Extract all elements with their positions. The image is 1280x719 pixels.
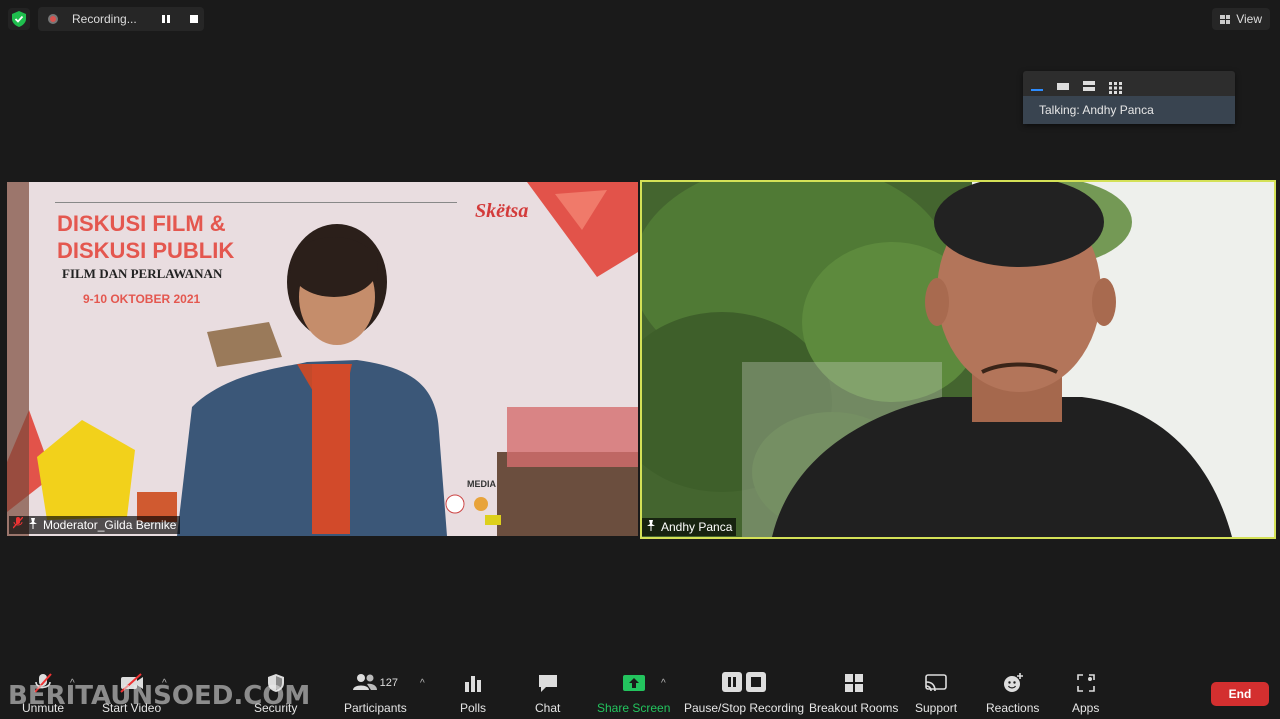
reactions-label: Reactions	[986, 701, 1040, 715]
polls-label: Polls	[460, 701, 487, 715]
slide-date: 9-10 OKTOBER 2021	[83, 292, 201, 306]
breakout-rooms-icon	[844, 672, 864, 694]
participants-count: 127	[379, 677, 399, 689]
pin-icon	[28, 516, 38, 534]
breakout-rooms-button[interactable]: Breakout Rooms	[809, 672, 898, 715]
minimize-layout-icon[interactable]	[1031, 81, 1043, 91]
slide-title-line2: DISKUSI PUBLIK	[57, 238, 235, 263]
media-partner-label: MEDIA	[467, 479, 497, 489]
chat-label: Chat	[535, 701, 561, 715]
participants-button[interactable]: 127 Participants	[344, 672, 407, 715]
apps-icon	[1076, 672, 1096, 694]
participant-name-tag-left: Moderator_Gilda Bernike	[9, 516, 181, 534]
slide-divider	[55, 202, 457, 203]
breakout-rooms-label: Breakout Rooms	[809, 701, 899, 715]
participant-name-tag-right: Andhy Panca	[642, 518, 737, 536]
slide-title-line1: DISKUSI FILM &	[57, 211, 226, 236]
share-options-caret-icon[interactable]: ^	[661, 678, 666, 689]
participant-name: Andhy Panca	[661, 520, 733, 534]
participants-icon	[352, 673, 377, 694]
grid-view-icon	[1220, 14, 1231, 24]
slide-subtitle: FILM DAN PERLAWANAN	[62, 266, 223, 281]
gallery-layout-icon[interactable]	[1109, 81, 1122, 94]
pause-recording-icon[interactable]	[162, 15, 170, 23]
security-shield-icon[interactable]	[8, 8, 30, 30]
slide-title: DISKUSI FILM & DISKUSI PUBLIK	[57, 210, 234, 264]
recording-dot-icon	[48, 14, 58, 24]
support-label: Support	[915, 701, 958, 715]
video-tile-moderator[interactable]: MEDIA DISKUSI FILM & DISKUSI PUBLIK FILM…	[7, 182, 638, 536]
pause-stop-recording-label: Pause/Stop Recording	[684, 701, 805, 715]
recording-label: Recording...	[72, 12, 137, 26]
pause-icon	[722, 671, 743, 695]
pause-stop-recording-button[interactable]: Pause/Stop Recording	[684, 671, 805, 715]
smiley-plus-icon	[1002, 672, 1024, 694]
stop-icon	[746, 671, 767, 695]
view-label: View	[1236, 12, 1262, 26]
watermark-text: BERITAUNSOED.COM	[8, 681, 311, 711]
cast-screen-icon	[924, 672, 948, 694]
bar-chart-icon	[463, 672, 483, 694]
layout-popup: Talking: Andhy Panca	[1023, 71, 1235, 124]
share-screen-label: Share Screen	[597, 701, 671, 715]
end-meeting-button[interactable]: End	[1211, 682, 1269, 706]
muted-mic-icon	[12, 516, 24, 534]
participant-name: Moderator_Gilda Bernike	[43, 518, 177, 532]
pin-icon	[646, 518, 656, 536]
chat-button[interactable]: Chat	[535, 672, 560, 715]
video-tile-active-speaker[interactable]: Andhy Panca	[640, 180, 1276, 539]
share-screen-icon	[622, 672, 646, 694]
speaker-layout-icon[interactable]	[1057, 81, 1069, 91]
share-screen-button[interactable]: Share Screen	[597, 672, 670, 715]
slide-brand-logo: Skëtsa	[475, 200, 529, 222]
strip-layout-icon[interactable]	[1083, 81, 1095, 91]
support-button[interactable]: Support	[915, 672, 957, 715]
recording-indicator: Recording...	[38, 7, 204, 31]
talking-indicator: Talking: Andhy Panca	[1023, 96, 1235, 124]
participants-label: Participants	[344, 701, 407, 715]
chat-bubble-icon	[537, 672, 559, 694]
apps-label: Apps	[1072, 701, 1100, 715]
speaker-video-feed	[642, 182, 1274, 537]
apps-button[interactable]: Apps	[1072, 672, 1099, 715]
reactions-button[interactable]: Reactions	[986, 672, 1039, 715]
participants-options-caret-icon[interactable]: ^	[420, 678, 425, 689]
stop-recording-icon[interactable]	[190, 15, 198, 23]
view-button[interactable]: View	[1212, 8, 1270, 30]
polls-button[interactable]: Polls	[460, 672, 486, 715]
